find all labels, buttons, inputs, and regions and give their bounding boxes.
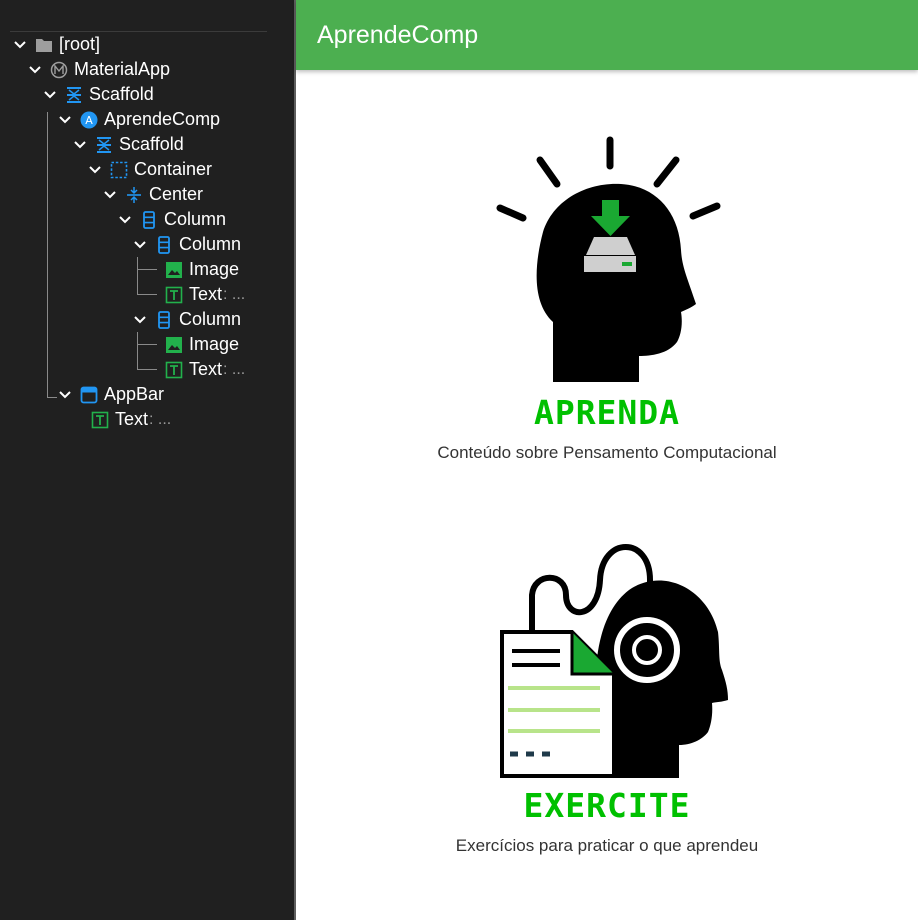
tree-guide [137,269,157,270]
folder-icon [36,38,52,52]
chevron-down-icon[interactable] [28,63,42,77]
exercise-head-icon [500,544,728,778]
chevron-down-icon[interactable] [88,163,102,177]
scaffold-icon [97,136,111,153]
container-icon [110,161,128,178]
chevron-down-icon[interactable] [58,388,72,402]
chevron-down-icon[interactable] [43,88,57,102]
tree-node-center[interactable]: Center [103,182,203,207]
tree-node-label: Column [179,234,242,254]
column-icon [158,310,170,329]
chevron-down-icon[interactable] [58,113,72,127]
tree-node-scaffold[interactable]: Scaffold [43,82,154,107]
section-heading-aprenda: APRENDA [533,393,681,432]
tree-node-scaffold[interactable]: Scaffold [73,132,184,157]
tree-node-label: Image [189,259,240,279]
tree-node-column[interactable]: Column [133,307,241,332]
section-caption-aprenda: Conteúdo sobre Pensamento Computacional [437,443,777,462]
tree-guide [137,294,157,295]
material-app-icon [50,61,68,78]
chevron-down-icon[interactable] [133,313,147,327]
tree-node-text[interactable]: Text: ... [165,282,245,307]
tree-node-label: Text [115,409,149,429]
tree-node-value: : ... [149,410,172,428]
tree-node-label: Scaffold [89,84,154,104]
tree-node-label: AppBar [104,384,165,404]
tree-node-text[interactable]: Text: ... [165,357,245,382]
chevron-down-icon[interactable] [103,188,117,202]
text-icon [165,361,183,378]
tree-node-label: Image [189,334,240,354]
image-icon [166,261,182,278]
custom-widget-icon: A [80,111,98,128]
text-icon [165,286,183,303]
tree-node-label: Text [189,359,223,379]
tree-node-container[interactable]: Container [88,157,212,182]
scaffold-icon [67,86,81,103]
tree-node-column[interactable]: Column [133,232,241,257]
tree-node-label: Text [189,284,223,304]
tree-guide [137,332,138,369]
tree-node-label: Center [149,184,204,204]
tree-guide [47,397,57,398]
tree-node-label: Column [179,309,242,329]
section-heading-exercite: EXERCITE [523,786,691,825]
tree-guide [137,344,157,345]
tree-node-value: : ... [223,285,246,303]
tree-guide [137,257,138,294]
tree-node-image[interactable]: Image [165,257,239,282]
appbar-icon [80,386,98,403]
tree-node-root[interactable]: [root] [13,32,100,57]
chevron-down-icon[interactable] [133,238,147,252]
chevron-down-icon[interactable] [118,213,132,227]
app-title: AprendeComp [317,20,479,49]
tree-node-label: Container [134,159,213,179]
center-icon [127,186,141,203]
tree-guide [47,112,48,397]
text-icon [91,411,109,428]
chevron-down-icon[interactable] [73,138,87,152]
tree-node-appbar[interactable]: AppBar [58,382,164,407]
tree-node-column[interactable]: Column [118,207,226,232]
widget-inspector-panel: [root] MaterialApp Scaffold A AprendeCom… [0,0,296,920]
tree-node-materialapp[interactable]: MaterialApp [28,57,170,82]
image-icon [166,336,182,353]
chevron-down-icon[interactable] [13,38,27,52]
tree-node-label: Scaffold [119,134,184,154]
tree-node-label: AprendeComp [104,109,221,129]
tree-guide [137,369,157,370]
tree-node-label: MaterialApp [74,59,171,79]
tree-node-text[interactable]: Text: ... [91,407,171,432]
tree-node-value: : ... [223,360,246,378]
learning-head-icon [496,136,721,382]
column-icon [143,210,155,229]
tree-node-aprendecomp[interactable]: A AprendeComp [58,107,220,132]
section-caption-exercite: Exercícios para praticar o que aprendeu [455,836,759,855]
app-preview: AprendeComp APRENDA Conteúdo sobre Pensa… [296,0,918,920]
svg-text:A: A [85,114,93,127]
tree-node-image[interactable]: Image [165,332,239,357]
app-bar: AprendeComp [296,0,918,70]
column-icon [158,235,170,254]
tree-node-label: Column [164,209,227,229]
tree-node-label: [root] [59,34,101,54]
